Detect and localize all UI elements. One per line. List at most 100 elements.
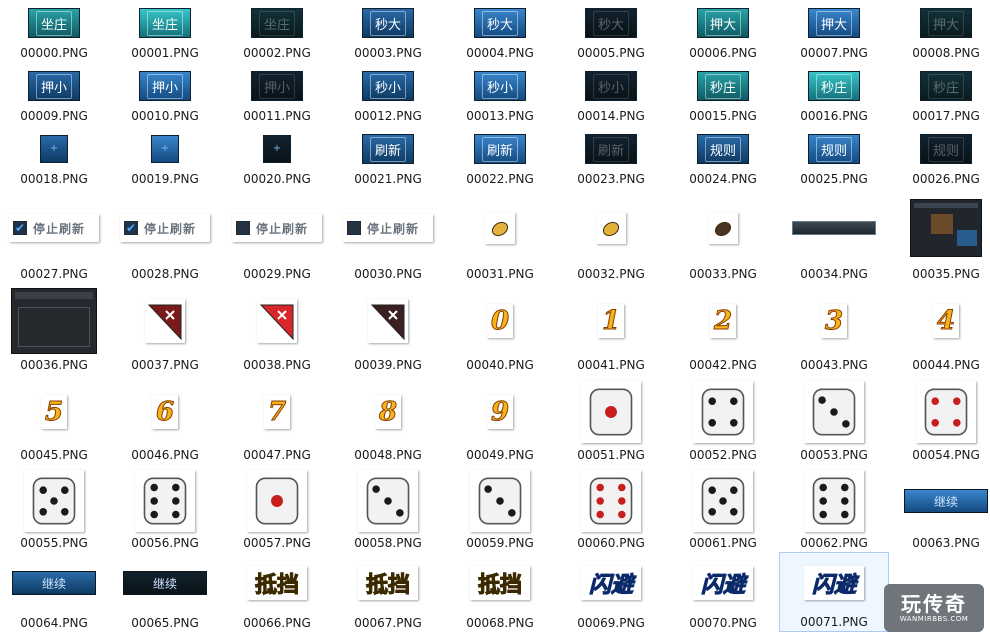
file-item[interactable]: 00051.PNG [556, 378, 666, 464]
file-item[interactable]: 7 00047.PNG [222, 378, 332, 464]
file-name-label: 00061.PNG [689, 536, 757, 550]
file-item[interactable]: 秒大 00003.PNG [333, 2, 443, 62]
bar-thumbnail [792, 221, 876, 235]
file-thumbnail [779, 191, 889, 265]
file-item[interactable]: 刷新 00022.PNG [445, 128, 555, 188]
file-item[interactable]: 抵挡 00068.PNG [445, 552, 555, 632]
file-name-label: 00002.PNG [243, 46, 311, 60]
file-item[interactable]: ✔ 停止刷新 00030.PNG [333, 191, 443, 283]
file-item[interactable]: 5 00045.PNG [0, 378, 109, 464]
button-thumbnail-label: 押小 [35, 73, 72, 99]
file-thumbnail: 秒大 [333, 2, 443, 44]
file-item[interactable]: 00039.PNG [333, 286, 443, 374]
file-name-label: 00021.PNG [354, 172, 422, 186]
file-name-label: 00064.PNG [20, 616, 88, 630]
button-thumbnail-label: 坐庄 [35, 10, 72, 36]
file-item[interactable]: 规则 00025.PNG [779, 128, 889, 188]
file-item[interactable]: 00054.PNG [891, 378, 990, 464]
digit-thumbnail: 5 [41, 395, 67, 429]
file-item[interactable]: ✔ 停止刷新 00029.PNG [222, 191, 332, 283]
file-name-label: 00007.PNG [800, 46, 868, 60]
file-name-label: 00041.PNG [577, 358, 645, 372]
file-item[interactable]: +00020.PNG [222, 128, 332, 188]
file-item[interactable]: 00056.PNG [110, 468, 220, 552]
file-item[interactable]: 0 00040.PNG [445, 286, 555, 374]
digit-glyph: 0 [490, 306, 510, 337]
file-item[interactable]: ✔ 停止刷新 00028.PNG [110, 191, 220, 283]
file-item[interactable]: 规则 00026.PNG [891, 128, 990, 188]
file-item[interactable]: 9 00049.PNG [445, 378, 555, 464]
file-name-label: 00044.PNG [912, 358, 980, 372]
file-item[interactable]: 押小 00011.PNG [222, 65, 332, 125]
file-item[interactable]: 坐庄 00000.PNG [0, 2, 109, 62]
file-item[interactable]: +00018.PNG [0, 128, 109, 188]
file-item[interactable]: 4 00044.PNG [891, 286, 990, 374]
button-thumbnail-label: 刷新 [592, 136, 629, 162]
file-item[interactable]: +00019.PNG [110, 128, 220, 188]
file-item[interactable]: 继续 00063.PNG [891, 468, 990, 552]
file-item[interactable]: 00061.PNG [668, 468, 778, 552]
file-item[interactable]: 00058.PNG [333, 468, 443, 552]
file-item[interactable]: 闪避 00071.PNG [779, 552, 889, 632]
button-thumbnail: 秒庄 [808, 71, 860, 101]
file-name-label: 00069.PNG [577, 616, 645, 630]
file-item[interactable]: 00052.PNG [668, 378, 778, 464]
file-item[interactable]: ✔ 停止刷新 00027.PNG [0, 191, 109, 283]
file-item[interactable]: 8 00048.PNG [333, 378, 443, 464]
file-item[interactable]: 押小 00009.PNG [0, 65, 109, 125]
file-item[interactable]: 00031.PNG [445, 191, 555, 283]
file-item[interactable]: 秒大 00004.PNG [445, 2, 555, 62]
file-item[interactable]: 秒庄 00016.PNG [779, 65, 889, 125]
file-item[interactable]: 00032.PNG [556, 191, 666, 283]
file-item[interactable]: 押小 00010.PNG [110, 65, 220, 125]
file-item[interactable]: 00033.PNG [668, 191, 778, 283]
file-item[interactable]: 00038.PNG [222, 286, 332, 374]
file-item[interactable]: 6 00046.PNG [110, 378, 220, 464]
file-item[interactable]: 00034.PNG [779, 191, 889, 283]
file-item[interactable]: 00059.PNG [445, 468, 555, 552]
file-item[interactable]: 秒庄 00015.PNG [668, 65, 778, 125]
die-thumbnail [916, 381, 976, 443]
file-item[interactable]: 秒大 00005.PNG [556, 2, 666, 62]
file-item[interactable]: 秒小 00014.PNG [556, 65, 666, 125]
file-item[interactable]: 刷新 00021.PNG [333, 128, 443, 188]
die-icon [32, 477, 76, 525]
file-item[interactable]: 00062.PNG [779, 468, 889, 552]
file-item[interactable]: 规则 00024.PNG [668, 128, 778, 188]
file-item[interactable]: 00035.PNG [891, 191, 990, 283]
file-item[interactable]: 押大 00006.PNG [668, 2, 778, 62]
file-item[interactable]: 秒小 00012.PNG [333, 65, 443, 125]
file-item[interactable]: 闪避 00069.PNG [556, 552, 666, 632]
coin-thumbnail [708, 212, 738, 244]
file-item[interactable]: 坐庄 00002.PNG [222, 2, 332, 62]
file-item[interactable]: 00053.PNG [779, 378, 889, 464]
file-item[interactable]: 抵挡 00067.PNG [333, 552, 443, 632]
file-item[interactable]: 继续 00064.PNG [0, 552, 109, 632]
watermark-title: 玩传奇 [901, 592, 967, 616]
file-name-label: 00006.PNG [689, 46, 757, 60]
file-item[interactable]: 继续 00065.PNG [110, 552, 220, 632]
file-item[interactable]: 00055.PNG [0, 468, 109, 552]
file-item[interactable]: 刷新 00023.PNG [556, 128, 666, 188]
file-item[interactable]: 押大 00007.PNG [779, 2, 889, 62]
file-item[interactable]: 秒庄 00017.PNG [891, 65, 990, 125]
file-item[interactable]: 抵挡 00066.PNG [222, 552, 332, 632]
file-item[interactable]: 秒小 00013.PNG [445, 65, 555, 125]
file-thumbnail: ✔ 停止刷新 [0, 191, 109, 265]
file-item[interactable]: 2 00042.PNG [668, 286, 778, 374]
button-thumbnail: 坐庄 [251, 8, 303, 38]
file-item[interactable]: 00057.PNG [222, 468, 332, 552]
file-item[interactable]: 3 00043.PNG [779, 286, 889, 374]
file-item[interactable]: 00036.PNG [0, 286, 109, 374]
digit-glyph: 4 [936, 306, 956, 337]
file-thumbnail [0, 468, 109, 534]
block-text-thumbnail: 抵挡 [470, 566, 530, 600]
file-name-label: 00065.PNG [131, 616, 199, 630]
file-item[interactable]: 00060.PNG [556, 468, 666, 552]
file-item[interactable]: 闪避 00070.PNG [668, 552, 778, 632]
file-item[interactable]: 坐庄 00001.PNG [110, 2, 220, 62]
file-item[interactable]: 押大 00008.PNG [891, 2, 990, 62]
file-item[interactable]: 1 00041.PNG [556, 286, 666, 374]
file-item[interactable]: 00037.PNG [110, 286, 220, 374]
file-thumbnail: 秒庄 [891, 65, 990, 107]
